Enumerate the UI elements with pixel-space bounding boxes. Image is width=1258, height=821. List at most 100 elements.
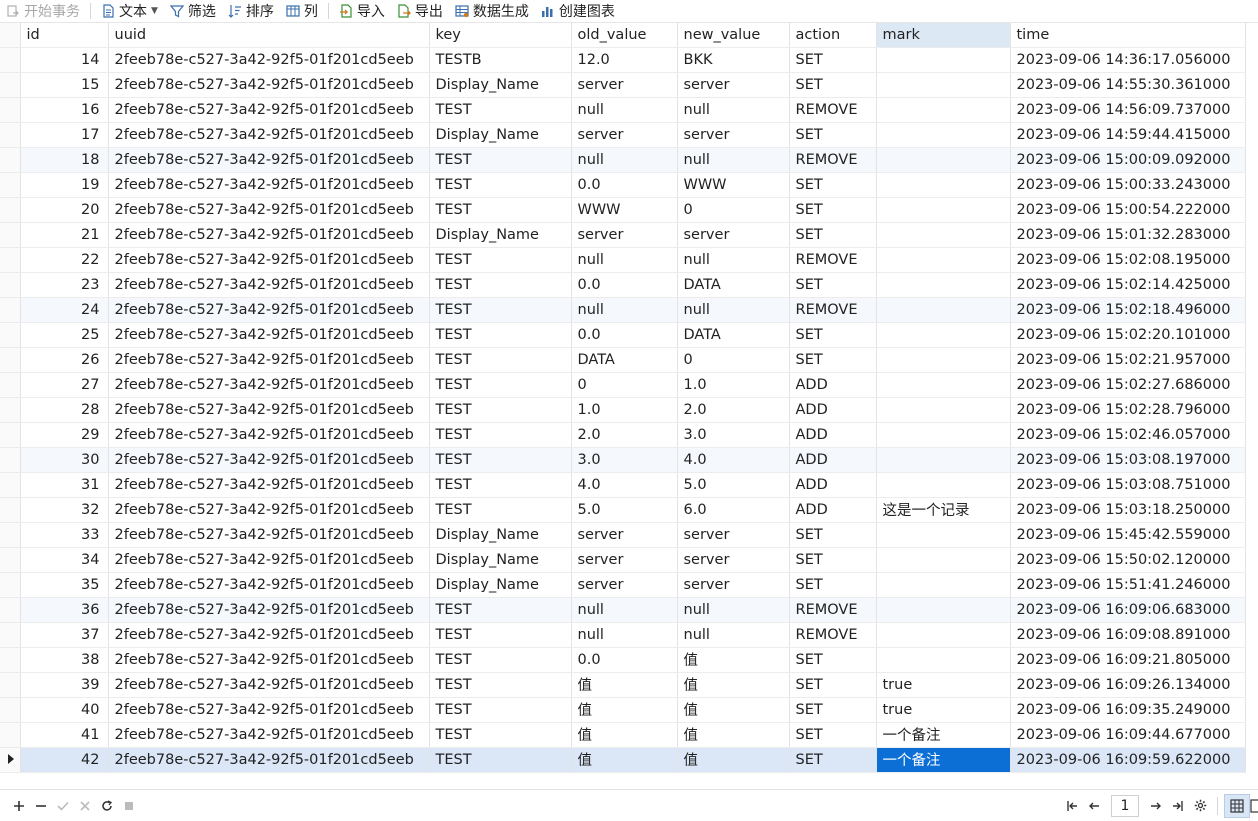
table-row[interactable]: 21 2feeb78e-c527-3a42-92f5-01f201cd5eeb Di… <box>0 222 1246 248</box>
cell-key[interactable]: TEST <box>429 497 572 523</box>
cell-old-value[interactable]: 5.0 <box>571 497 678 523</box>
cell-mark[interactable] <box>876 547 1011 573</box>
table-row[interactable]: 33 2feeb78e-c527-3a42-92f5-01f201cd5eeb Di… <box>0 522 1246 548</box>
table-row[interactable]: 23 2feeb78e-c527-3a42-92f5-01f201cd5eeb TE… <box>0 272 1246 298</box>
column-header-action[interactable]: action <box>789 23 877 48</box>
cell-action[interactable]: REMOVE <box>789 147 877 173</box>
cell-key[interactable]: TEST <box>429 247 572 273</box>
column-header-id[interactable]: id <box>20 23 109 48</box>
cell-new-value[interactable]: 值 <box>677 697 790 723</box>
column-header-time[interactable]: time <box>1010 23 1246 48</box>
cell-key[interactable]: TEST <box>429 272 572 298</box>
cell-old-value[interactable]: 1.0 <box>571 397 678 423</box>
cell-time[interactable]: 2023-09-06 15:02:18.496000 <box>1010 297 1246 323</box>
cell-action[interactable]: SET <box>789 697 877 723</box>
row-selector[interactable] <box>0 47 21 73</box>
row-selector[interactable] <box>0 222 21 248</box>
cell-mark[interactable] <box>876 122 1011 148</box>
cell-time[interactable]: 2023-09-06 15:02:27.686000 <box>1010 372 1246 398</box>
sort-button[interactable]: 排序 <box>222 0 280 22</box>
row-selector[interactable] <box>0 297 21 323</box>
row-selector[interactable] <box>0 647 21 673</box>
table-row[interactable]: 15 2feeb78e-c527-3a42-92f5-01f201cd5eeb Di… <box>0 72 1246 98</box>
cell-key[interactable]: Display_Name <box>429 122 572 148</box>
refresh-button[interactable] <box>96 795 118 817</box>
cell-new-value[interactable]: null <box>677 622 790 648</box>
table-row[interactable]: 34 2feeb78e-c527-3a42-92f5-01f201cd5eeb Di… <box>0 547 1246 573</box>
cell-id[interactable]: 42 <box>20 747 109 773</box>
filter-button[interactable]: 筛选 <box>164 0 222 22</box>
cell-mark[interactable] <box>876 422 1011 448</box>
cell-key[interactable]: TEST <box>429 597 572 623</box>
cell-time[interactable]: 2023-09-06 15:50:02.120000 <box>1010 547 1246 573</box>
cell-uuid[interactable]: 2feeb78e-c527-3a42-92f5-01f201cd5eeb <box>108 447 430 473</box>
cell-key[interactable]: Display_Name <box>429 522 572 548</box>
cell-id[interactable]: 21 <box>20 222 109 248</box>
form-view-button[interactable] <box>1250 794 1258 818</box>
create-chart-button[interactable]: 创建图表 <box>535 0 621 22</box>
cell-uuid[interactable]: 2feeb78e-c527-3a42-92f5-01f201cd5eeb <box>108 197 430 223</box>
cell-id[interactable]: 24 <box>20 297 109 323</box>
cell-old-value[interactable]: 值 <box>571 747 678 773</box>
cell-action[interactable]: SET <box>789 172 877 198</box>
cell-uuid[interactable]: 2feeb78e-c527-3a42-92f5-01f201cd5eeb <box>108 672 430 698</box>
cell-id[interactable]: 34 <box>20 547 109 573</box>
table-row[interactable]: 37 2feeb78e-c527-3a42-92f5-01f201cd5eeb TE… <box>0 622 1246 648</box>
cell-time[interactable]: 2023-09-06 15:03:18.250000 <box>1010 497 1246 523</box>
cell-mark[interactable] <box>876 97 1011 123</box>
cell-mark[interactable] <box>876 447 1011 473</box>
cell-id[interactable]: 35 <box>20 572 109 598</box>
cell-action[interactable]: SET <box>789 672 877 698</box>
cell-id[interactable]: 22 <box>20 247 109 273</box>
cell-action[interactable]: ADD <box>789 422 877 448</box>
cell-old-value[interactable]: 3.0 <box>571 447 678 473</box>
cell-old-value[interactable]: server <box>571 572 678 598</box>
cell-mark[interactable] <box>876 472 1011 498</box>
cell-id[interactable]: 18 <box>20 147 109 173</box>
cell-mark[interactable] <box>876 622 1011 648</box>
cell-id[interactable]: 20 <box>20 197 109 223</box>
cell-time[interactable]: 2023-09-06 15:00:09.092000 <box>1010 147 1246 173</box>
cell-action[interactable]: REMOVE <box>789 247 877 273</box>
cell-new-value[interactable]: 2.0 <box>677 397 790 423</box>
cell-action[interactable]: SET <box>789 747 877 773</box>
cell-action[interactable]: ADD <box>789 472 877 498</box>
cell-old-value[interactable]: server <box>571 122 678 148</box>
table-row[interactable]: 28 2feeb78e-c527-3a42-92f5-01f201cd5eeb TE… <box>0 397 1246 423</box>
cell-old-value[interactable]: server <box>571 72 678 98</box>
row-selector[interactable] <box>0 322 21 348</box>
cell-time[interactable]: 2023-09-06 14:36:17.056000 <box>1010 47 1246 73</box>
cell-time[interactable]: 2023-09-06 15:02:08.195000 <box>1010 247 1246 273</box>
cell-old-value[interactable]: 值 <box>571 672 678 698</box>
export-button[interactable]: 导出 <box>391 0 449 22</box>
table-row[interactable]: 29 2feeb78e-c527-3a42-92f5-01f201cd5eeb TE… <box>0 422 1246 448</box>
cell-id[interactable]: 26 <box>20 347 109 373</box>
row-selector[interactable] <box>0 547 21 573</box>
cell-old-value[interactable]: null <box>571 597 678 623</box>
column-header-uuid[interactable]: uuid <box>108 23 430 48</box>
cell-time[interactable]: 2023-09-06 14:55:30.361000 <box>1010 72 1246 98</box>
cell-old-value[interactable]: 12.0 <box>571 47 678 73</box>
cell-new-value[interactable]: 0 <box>677 347 790 373</box>
cell-action[interactable]: ADD <box>789 372 877 398</box>
cell-action[interactable]: SET <box>789 722 877 748</box>
row-selector[interactable] <box>0 422 21 448</box>
cell-id[interactable]: 29 <box>20 422 109 448</box>
column-header-key[interactable]: key <box>429 23 572 48</box>
cell-mark[interactable] <box>876 47 1011 73</box>
cell-old-value[interactable]: server <box>571 547 678 573</box>
cell-old-value[interactable]: server <box>571 222 678 248</box>
column-header-new-value[interactable]: new_value <box>677 23 790 48</box>
row-selector[interactable] <box>0 522 21 548</box>
cell-uuid[interactable]: 2feeb78e-c527-3a42-92f5-01f201cd5eeb <box>108 647 430 673</box>
cell-key[interactable]: TEST <box>429 647 572 673</box>
row-selector[interactable] <box>0 97 21 123</box>
cell-time[interactable]: 2023-09-06 15:02:14.425000 <box>1010 272 1246 298</box>
text-view-button[interactable]: 文本 ▼ <box>95 0 164 22</box>
table-row[interactable]: 20 2feeb78e-c527-3a42-92f5-01f201cd5eeb TE… <box>0 197 1246 223</box>
row-selector[interactable] <box>0 672 21 698</box>
cell-id[interactable]: 40 <box>20 697 109 723</box>
cell-time[interactable]: 2023-09-06 15:02:20.101000 <box>1010 322 1246 348</box>
cell-key[interactable]: TEST <box>429 172 572 198</box>
cell-new-value[interactable]: 6.0 <box>677 497 790 523</box>
